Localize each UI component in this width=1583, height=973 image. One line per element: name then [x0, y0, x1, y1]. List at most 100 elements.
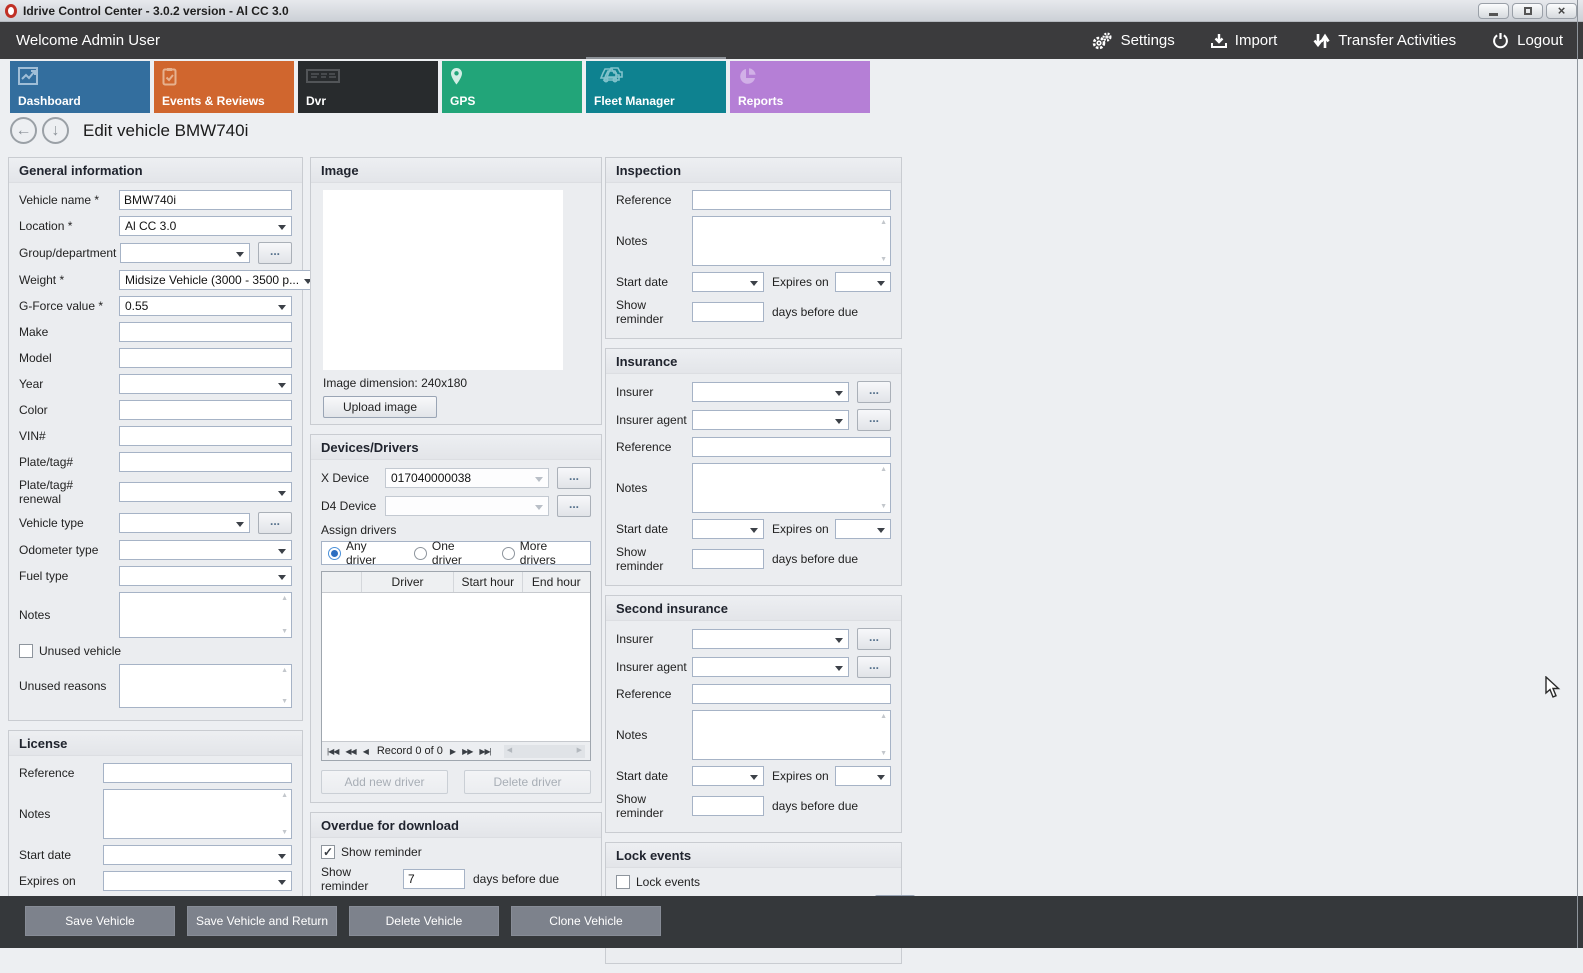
group-department-select[interactable] — [120, 243, 250, 263]
maximize-button[interactable] — [1512, 3, 1543, 19]
second-insurer-select[interactable] — [692, 629, 849, 649]
color-input[interactable] — [119, 400, 292, 420]
insurer-agent-browse-button[interactable]: ... — [857, 409, 891, 431]
second-insurance-start-date-select[interactable] — [692, 766, 764, 786]
delete-vehicle-button[interactable]: Delete Vehicle — [349, 906, 499, 936]
tab-dvr[interactable]: Dvr — [298, 61, 438, 113]
prev-record-icon[interactable]: ◀ — [363, 747, 368, 756]
license-reference-input[interactable] — [103, 763, 292, 783]
drivers-table: Driver Start hour End hour |◀◀ ◀◀ ◀ Reco… — [321, 571, 591, 761]
scroll-down-button[interactable]: ↓ — [42, 117, 69, 144]
second-insurer-agent-browse-button[interactable]: ... — [857, 656, 891, 678]
tab-label: Dvr — [306, 94, 326, 108]
settings-label: Settings — [1121, 32, 1175, 49]
year-select[interactable] — [119, 374, 292, 394]
close-button[interactable] — [1546, 3, 1577, 19]
insurance-expires-on-select[interactable] — [835, 519, 891, 539]
column-header-driver[interactable]: Driver — [362, 572, 454, 592]
second-insurance-notes-textarea[interactable]: ▲▼ — [692, 710, 891, 760]
transfer-activities-button[interactable]: Transfer Activities — [1313, 32, 1456, 50]
inspection-start-date-select[interactable] — [692, 272, 764, 292]
insurer-select[interactable] — [692, 382, 849, 402]
next-record-icon[interactable]: ▶ — [450, 747, 455, 756]
radio-more-drivers[interactable]: More drivers — [502, 539, 584, 567]
license-expires-on-select[interactable] — [103, 871, 292, 891]
plate-renewal-select[interactable] — [119, 482, 292, 502]
d4-device-select[interactable] — [385, 496, 549, 516]
vehicle-type-select[interactable] — [119, 513, 250, 533]
inspection-expires-on-select[interactable] — [835, 272, 891, 292]
logout-button[interactable]: Logout — [1492, 32, 1563, 49]
show-reminder-checkbox[interactable] — [321, 845, 335, 859]
plate-tag-input[interactable] — [119, 452, 292, 472]
back-button[interactable]: ← — [10, 117, 37, 144]
insurer-browse-button[interactable]: ... — [857, 381, 891, 403]
vin-input[interactable] — [119, 426, 292, 446]
second-insurer-agent-select[interactable] — [692, 657, 849, 677]
location-select[interactable]: Al CC 3.0 — [119, 216, 292, 236]
radio-one-driver[interactable]: One driver — [414, 539, 486, 567]
tab-reports[interactable]: Reports — [730, 61, 870, 113]
vehicle-type-browse-button[interactable]: ... — [258, 512, 292, 534]
gear-icon — [1091, 32, 1113, 50]
inspection-notes-textarea[interactable]: ▲▼ — [692, 216, 891, 266]
scroll-down-icon: ▼ — [281, 628, 288, 635]
page-title: Edit vehicle BMW740i — [83, 121, 248, 141]
last-record-icon[interactable]: ▶▶| — [479, 747, 490, 756]
insurance-reminder-days-input[interactable] — [692, 549, 764, 569]
tab-label: Fleet Manager — [594, 94, 675, 108]
weight-select[interactable]: Midsize Vehicle (3000 - 3500 p... — [119, 270, 318, 290]
tab-fleet-manager[interactable]: Fleet Manager — [586, 61, 726, 113]
x-device-select[interactable]: 017040000038 — [385, 468, 549, 488]
second-insurance-expires-on-select[interactable] — [835, 766, 891, 786]
clone-vehicle-button[interactable]: Clone Vehicle — [511, 906, 661, 936]
group-department-browse-button[interactable]: ... — [258, 242, 292, 264]
minimize-button[interactable] — [1478, 3, 1509, 19]
settings-button[interactable]: Settings — [1091, 32, 1175, 50]
insurance-notes-textarea[interactable]: ▲▼ — [692, 463, 891, 513]
scroll-up-icon: ▲ — [880, 219, 887, 226]
license-start-date-select[interactable] — [103, 845, 292, 865]
unused-reasons-textarea[interactable]: ▲▼ — [119, 664, 292, 708]
import-button[interactable]: Import — [1211, 32, 1278, 49]
x-device-browse-button[interactable]: ... — [557, 467, 591, 489]
insurance-reference-input[interactable] — [692, 437, 891, 457]
first-record-icon[interactable]: |◀◀ — [327, 747, 338, 756]
tab-events-reviews[interactable]: Events & Reviews — [154, 61, 294, 113]
tab-dashboard[interactable]: Dashboard — [10, 61, 150, 113]
d4-device-browse-button[interactable]: ... — [557, 495, 591, 517]
notes-textarea[interactable]: ▲▼ — [119, 592, 292, 638]
vehicle-name-input[interactable] — [119, 190, 292, 210]
column-header-start-hour[interactable]: Start hour — [454, 572, 522, 592]
gforce-select[interactable]: 0.55 — [119, 296, 292, 316]
inspection-reference-input[interactable] — [692, 190, 891, 210]
column-header-end-hour[interactable]: End hour — [523, 572, 590, 592]
add-new-driver-button[interactable]: Add new driver — [321, 770, 448, 794]
radio-any-driver[interactable]: Any driver — [328, 539, 398, 567]
save-vehicle-button[interactable]: Save Vehicle — [25, 906, 175, 936]
field-label: Model — [19, 351, 119, 365]
inspection-reminder-days-input[interactable] — [692, 302, 764, 322]
delete-driver-button[interactable]: Delete driver — [464, 770, 591, 794]
second-insurance-reminder-days-input[interactable] — [692, 796, 764, 816]
second-insurance-reference-input[interactable] — [692, 684, 891, 704]
second-insurer-browse-button[interactable]: ... — [857, 628, 891, 650]
model-input[interactable] — [119, 348, 292, 368]
save-vehicle-and-return-button[interactable]: Save Vehicle and Return — [187, 906, 337, 936]
odometer-type-select[interactable] — [119, 540, 292, 560]
fuel-type-select[interactable] — [119, 566, 292, 586]
upload-image-button[interactable]: Upload image — [323, 396, 437, 418]
insurer-agent-select[interactable] — [692, 410, 849, 430]
overdue-reminder-days-input[interactable] — [403, 869, 465, 889]
tab-gps[interactable]: GPS — [442, 61, 582, 113]
transfer-icon — [1313, 32, 1330, 50]
prev-page-icon[interactable]: ◀◀ — [345, 747, 355, 756]
insurance-start-date-select[interactable] — [692, 519, 764, 539]
next-page-icon[interactable]: ▶▶ — [462, 747, 472, 756]
lock-events-checkbox[interactable] — [616, 875, 630, 889]
scroll-up-icon: ▲ — [281, 792, 288, 799]
license-notes-textarea[interactable]: ▲▼ — [103, 789, 292, 839]
unused-vehicle-checkbox[interactable] — [19, 644, 33, 658]
horizontal-scrollbar[interactable]: ◀▶ — [504, 745, 585, 758]
make-input[interactable] — [119, 322, 292, 342]
